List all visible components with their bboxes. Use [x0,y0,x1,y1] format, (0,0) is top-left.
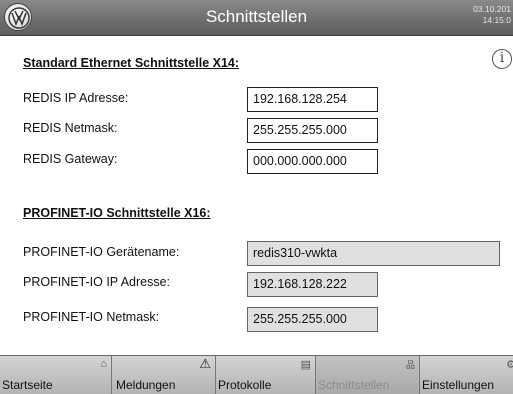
tab-meldungen[interactable]: ⚠ Meldungen [112,356,216,394]
title-bar: Schnittstellen 03.10.201 14:15:0 [0,0,513,36]
profinet-netmask-field: 255.255.255.000 [247,307,378,332]
tab-label: Meldungen [116,378,176,392]
profinet-netmask-label: PROFINET-IO Netmask: [23,310,160,324]
settings-icon: ⚙ [506,359,513,371]
info-icon[interactable]: i [492,49,512,69]
log-icon: ▤ [300,359,311,371]
profinet-name-label: PROFINET-IO Gerätename: [23,245,180,259]
profinet-ip-field: 192.168.128.222 [247,272,378,297]
tab-schnittstellen[interactable]: 品 Schnittstellen [316,356,420,394]
ethernet-section-title: Standard Ethernet Schnittstelle X14: [23,56,240,70]
network-icon: 品 [405,360,415,370]
redis-gateway-field[interactable]: 000.000.000.000 [247,149,378,174]
redis-netmask-field[interactable]: 255.255.255.000 [247,118,378,143]
redis-ip-field[interactable]: 192.168.128.254 [247,87,378,112]
tab-einstellungen[interactable]: ⚙ Einstellungen [420,356,513,394]
warning-icon: ⚠ [199,356,211,371]
profinet-section-title: PROFINET-IO Schnittstelle X16: [23,206,211,220]
tab-protokolle[interactable]: ▤ Protokolle [216,356,316,394]
main-content: Standard Ethernet Schnittstelle X14: i R… [0,37,513,353]
date-display: 03.10.201 [473,4,511,14]
home-icon: ⌂ [100,358,107,370]
redis-gateway-label: REDIS Gateway: [23,152,118,166]
tab-label: Startseite [2,378,53,392]
profinet-ip-label: PROFINET-IO IP Adresse: [23,275,171,289]
time-display: 14:15:0 [482,15,511,25]
bottom-nav: ⌂ Startseite ⚠ Meldungen ▤ Protokolle 品 … [0,355,513,394]
redis-netmask-label: REDIS Netmask: [23,121,118,135]
tab-startseite[interactable]: ⌂ Startseite [0,356,112,394]
tab-label: Protokolle [218,378,272,392]
profinet-name-field: redis310-vwkta [247,241,500,266]
redis-ip-label: REDIS IP Adresse: [23,91,129,105]
page-title: Schnittstellen [205,7,308,26]
tab-label: Schnittstellen [318,378,390,392]
tab-label: Einstellungen [422,378,495,392]
clock: 03.10.201 14:15:0 [473,4,511,26]
